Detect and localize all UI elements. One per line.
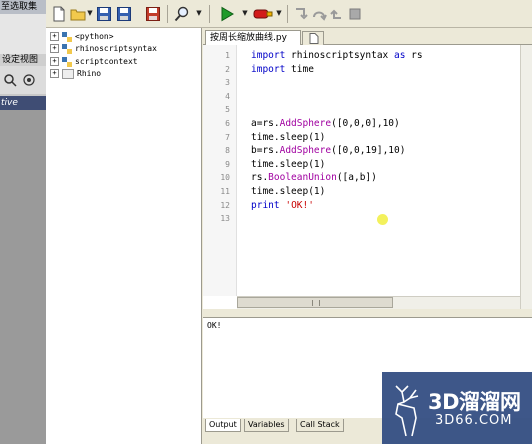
code-token: BooleanUnion: [268, 172, 337, 184]
tree-item-label: rhinoscriptsyntax: [75, 44, 157, 53]
line-number: 10: [220, 173, 230, 183]
deer-logo-icon: [395, 385, 419, 437]
tree-item-label: Rhino: [77, 69, 102, 78]
watermark-title: 3D溜溜网: [428, 390, 521, 414]
code-token: time: [285, 63, 314, 75]
set-view-label: 设定视图: [0, 54, 46, 66]
expand-icon[interactable]: +: [50, 32, 59, 41]
line-number: 12: [220, 200, 230, 210]
code-line: time.sleep(1): [251, 185, 325, 198]
stop-icon[interactable]: [347, 6, 363, 22]
code-token: time.sleep(1): [251, 131, 326, 143]
line-number: 4: [225, 91, 230, 101]
zoom-icon[interactable]: [3, 73, 17, 87]
vertical-scrollbar[interactable]: [520, 45, 532, 309]
line-number: 9: [225, 159, 230, 169]
viewport-tab-perspective[interactable]: tive: [0, 96, 46, 110]
code-token: AddSphere: [279, 118, 332, 129]
code-token: as: [394, 50, 406, 61]
expand-icon[interactable]: +: [50, 44, 59, 53]
rhino-viewport[interactable]: [0, 110, 46, 444]
tree-item-rhino[interactable]: + Rhino: [50, 67, 101, 80]
save-all-icon[interactable]: [116, 6, 132, 22]
open-dropdown-caret[interactable]: ▼: [87, 9, 93, 17]
mouse-cursor-highlight: [377, 214, 388, 225]
debug-icon[interactable]: [252, 6, 274, 22]
tree-item-label: <python>: [75, 32, 114, 41]
step-into-icon[interactable]: [293, 6, 309, 22]
code-line: import rhinoscriptsyntax as rs: [251, 49, 423, 62]
code-line: a=rs.AddSphere([0,0,0],10): [251, 117, 400, 130]
code-line: import time: [251, 63, 314, 76]
line-number: 6: [225, 119, 230, 128]
run-dropdown-caret[interactable]: ▼: [242, 9, 248, 17]
code-line: b=rs.AddSphere([0,0,19],10): [251, 144, 405, 157]
code-line: print 'OK!': [251, 199, 314, 212]
expand-icon[interactable]: +: [50, 57, 59, 66]
code-token: time.sleep(1): [251, 186, 326, 197]
new-tab-button[interactable]: [302, 31, 324, 45]
code-token: print: [251, 199, 280, 211]
code-token: rs.: [251, 172, 269, 184]
code-token: rs: [405, 50, 423, 61]
python-module-icon: [62, 56, 72, 67]
pan-icon[interactable]: [22, 73, 36, 87]
line-number: 5: [225, 105, 230, 115]
tab-call-stack[interactable]: Call Stack: [296, 419, 344, 432]
python-module-icon: [62, 31, 72, 42]
code-token: 'OK!': [285, 199, 314, 211]
grip-icon: [312, 300, 320, 306]
tree-item-label: scriptcontext: [75, 57, 138, 66]
save-icon[interactable]: [96, 6, 112, 22]
code-token: b=rs.: [251, 145, 280, 157]
module-tree: [46, 28, 202, 444]
watermark-url: 3D66.COM: [435, 413, 513, 428]
line-number: 11: [220, 187, 230, 196]
toolbar-separator: [287, 5, 288, 23]
run-icon[interactable]: [219, 6, 235, 22]
line-number: 7: [225, 132, 230, 142]
rhino-panel-body: [0, 14, 46, 54]
horizontal-scrollbar-thumb[interactable]: [237, 297, 393, 308]
line-number: 1: [225, 51, 230, 60]
code-token: ([0,0,0],10): [331, 118, 400, 129]
panel-splitter[interactable]: [203, 309, 532, 318]
code-token: AddSphere: [279, 145, 332, 157]
rhino-panel-title: 至选取集: [0, 0, 46, 14]
tree-item-rhinoscriptsyntax[interactable]: + rhinoscriptsyntax: [50, 42, 157, 55]
save-as-icon[interactable]: [145, 6, 161, 22]
code-line: rs.BooleanUnion([a,b]): [251, 171, 377, 184]
namespace-icon: [62, 68, 74, 79]
code-token: import: [251, 50, 286, 61]
find-icon[interactable]: [174, 6, 190, 22]
step-out-icon[interactable]: [329, 6, 345, 22]
python-module-icon: [62, 43, 72, 54]
tab-variables[interactable]: Variables: [244, 419, 289, 432]
line-number: 13: [220, 214, 230, 224]
toolbar-separator: [167, 5, 168, 23]
new-file-icon: [309, 33, 319, 44]
tab-script-file[interactable]: 按周长缩放曲线.py: [205, 30, 301, 45]
code-token: ([a,b]): [336, 172, 377, 184]
code-token: rhinoscriptsyntax: [285, 50, 394, 61]
open-folder-icon[interactable]: [70, 6, 86, 22]
tab-output[interactable]: Output: [205, 419, 241, 432]
expand-icon[interactable]: +: [50, 69, 59, 78]
rhino-icon-bar: [0, 66, 46, 94]
code-line: time.sleep(1): [251, 131, 325, 144]
toolbar-separator: [209, 5, 210, 23]
code-token: a=rs.: [251, 118, 280, 129]
find-dropdown-caret[interactable]: ▼: [196, 9, 202, 17]
code-token: import: [251, 63, 286, 75]
new-file-icon[interactable]: [51, 6, 67, 22]
line-number: 8: [225, 146, 230, 156]
debug-dropdown-caret[interactable]: ▼: [276, 9, 282, 17]
code-line: time.sleep(1): [251, 158, 325, 171]
step-over-icon[interactable]: [311, 6, 327, 22]
output-text: OK!: [207, 321, 222, 330]
line-number: 3: [225, 78, 230, 88]
line-number: 2: [225, 64, 230, 74]
code-token: ([0,0,19],10): [331, 145, 406, 157]
code-token: time.sleep(1): [251, 158, 326, 170]
